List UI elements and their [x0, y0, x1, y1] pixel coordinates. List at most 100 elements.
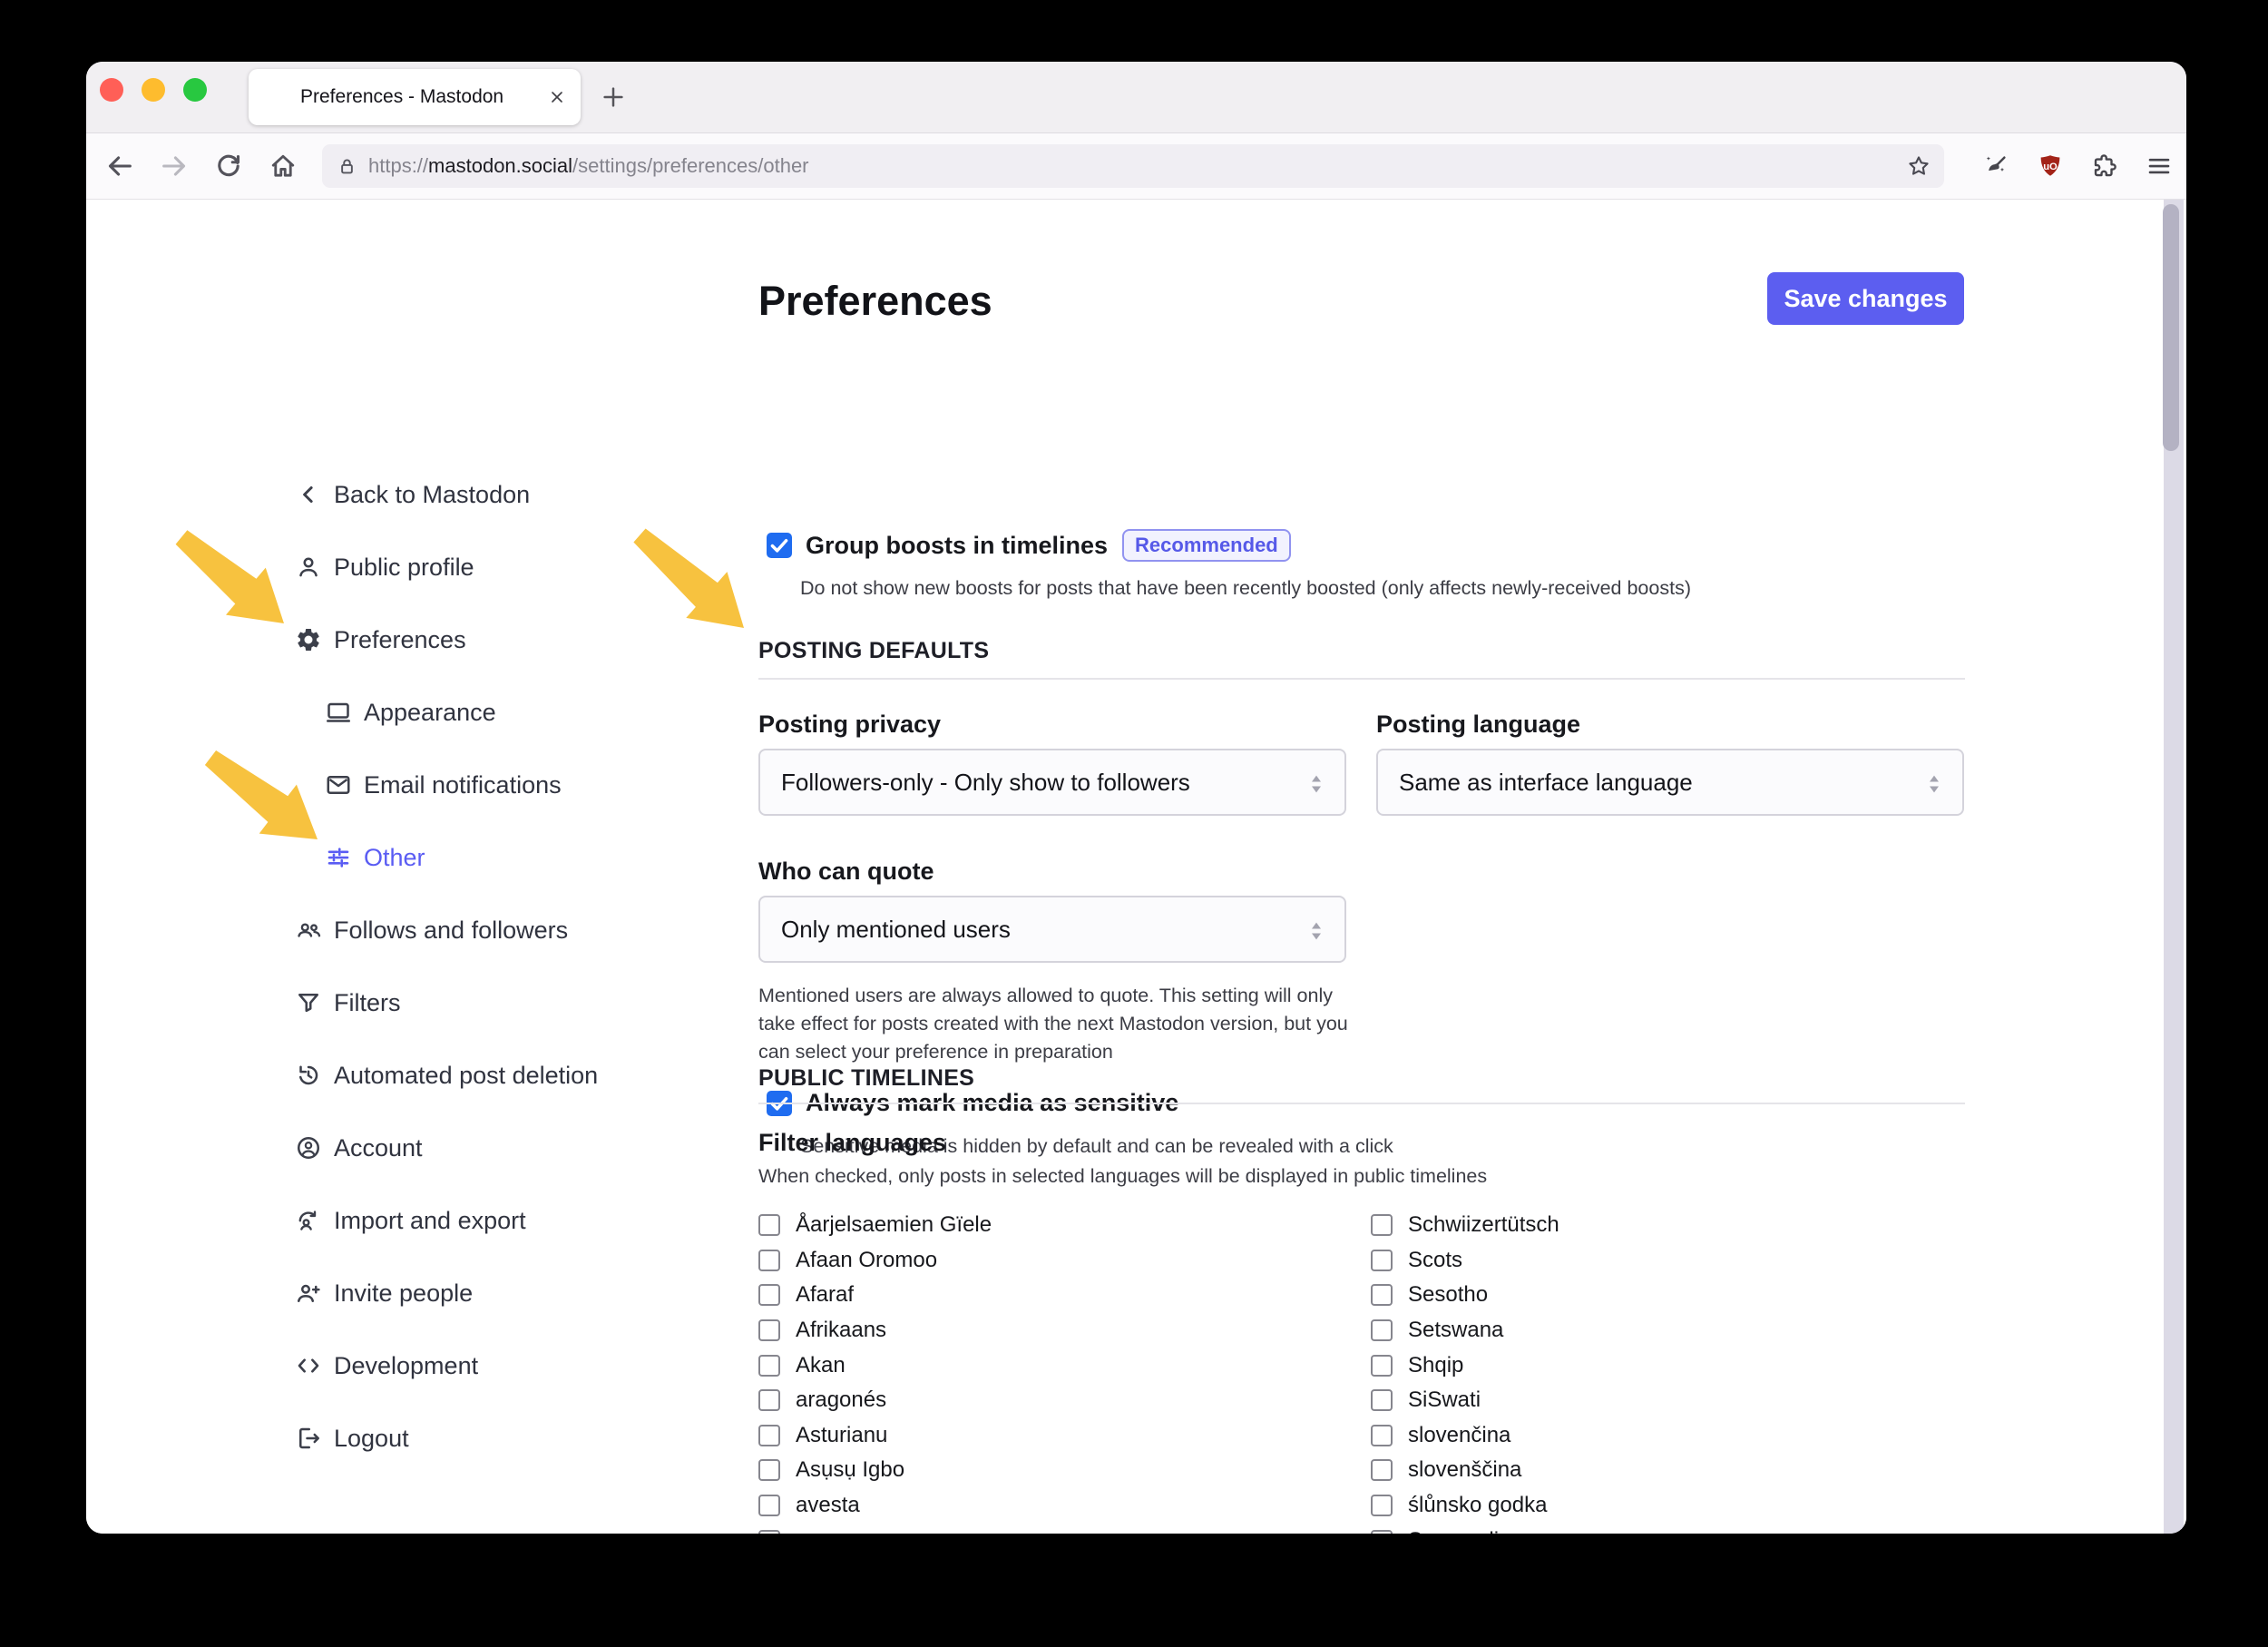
sidebar-item-label: Automated post deletion	[334, 1062, 598, 1090]
ublock-shield-icon[interactable]	[2037, 152, 2064, 180]
language-checkbox[interactable]	[1371, 1319, 1393, 1341]
language-row: Afaraf	[758, 1278, 1321, 1313]
language-label: Afaan Oromoo	[796, 1248, 937, 1273]
language-label: slovenščina	[1408, 1457, 1521, 1483]
language-checkbox[interactable]	[1371, 1214, 1393, 1236]
language-checkbox[interactable]	[1371, 1459, 1393, 1481]
sidebar-item-icon	[295, 481, 322, 508]
language-checkbox[interactable]	[758, 1495, 780, 1516]
language-checkbox[interactable]	[758, 1319, 780, 1341]
language-checkbox[interactable]	[1371, 1425, 1393, 1446]
sidebar-item-icon	[325, 844, 352, 871]
sidebar-item-filters[interactable]: Filters	[295, 966, 685, 1039]
language-checkbox[interactable]	[758, 1459, 780, 1481]
posting-language-value: Same as interface language	[1399, 769, 1693, 797]
language-row: ślůnsko godka	[1371, 1488, 1933, 1524]
bookmark-star-icon[interactable]	[1906, 153, 1931, 179]
language-label: slovenčina	[1408, 1423, 1510, 1448]
scrollbar-thumb[interactable]	[2163, 204, 2179, 451]
language-checkbox[interactable]	[1371, 1284, 1393, 1306]
cleaner-broom-icon[interactable]	[1982, 152, 2009, 180]
filter-languages-hint: When checked, only posts in selected lan…	[758, 1162, 1487, 1191]
sidebar-item-account[interactable]: Account	[295, 1112, 685, 1184]
posting-privacy-select[interactable]: Followers-only - Only show to followers	[758, 749, 1346, 816]
sidebar-item-label: Preferences	[334, 626, 466, 654]
sidebar-item-icon	[295, 917, 322, 944]
sidebar-item-development[interactable]: Development	[295, 1329, 685, 1402]
language-label: Akan	[796, 1353, 846, 1378]
sidebar-item-icon	[295, 1062, 322, 1089]
sidebar-item-icon	[325, 699, 352, 726]
language-checkbox[interactable]	[758, 1214, 780, 1236]
sidebar-item-appearance[interactable]: Appearance	[295, 676, 685, 749]
sidebar-item-public-profile[interactable]: Public profile	[295, 531, 685, 603]
sidebar-item-label: Public profile	[334, 554, 474, 582]
save-changes-button[interactable]: Save changes	[1767, 272, 1964, 325]
language-label: Scots	[1408, 1248, 1462, 1273]
browser-window: Preferences - Mastodon https://mastodon.…	[86, 62, 2186, 1534]
language-checkbox[interactable]	[758, 1355, 780, 1377]
language-label: avesta	[796, 1493, 860, 1518]
language-row: Åarjelsaemien Gïele	[758, 1208, 1321, 1243]
sidebar-item-other[interactable]: Other	[295, 821, 685, 894]
sidebar-item-invite-people[interactable]: Invite people	[295, 1257, 685, 1329]
language-row: aymar aru	[758, 1523, 1321, 1534]
sidebar-item-logout[interactable]: Logout	[295, 1402, 685, 1475]
language-checkbox[interactable]	[758, 1250, 780, 1271]
language-label: Åarjelsaemien Gïele	[796, 1212, 992, 1238]
language-checkbox[interactable]	[758, 1425, 780, 1446]
menu-hamburger-icon[interactable]	[2146, 152, 2173, 180]
posting-language-select[interactable]: Same as interface language	[1376, 749, 1964, 816]
language-row: Akan	[758, 1348, 1321, 1383]
group-boosts-hint: Do not show new boosts for posts that ha…	[800, 574, 1691, 603]
sidebar-item-icon	[295, 1352, 322, 1379]
minimize-window-button[interactable]	[142, 78, 165, 102]
sidebar-item-icon	[295, 554, 322, 581]
forward-arrow-icon[interactable]	[159, 151, 190, 181]
reload-icon[interactable]	[213, 151, 244, 181]
sidebar-item-label: Account	[334, 1134, 423, 1162]
language-row: SiSwati	[1371, 1383, 1933, 1418]
tab-close-icon[interactable]	[548, 88, 566, 106]
who-can-quote-select[interactable]: Only mentioned users	[758, 896, 1346, 963]
language-checkbox[interactable]	[758, 1389, 780, 1411]
sidebar-item-icon	[295, 1207, 322, 1234]
language-checkbox[interactable]	[1371, 1250, 1393, 1271]
scrollbar-track[interactable]	[2164, 200, 2184, 1534]
language-checkbox[interactable]	[1371, 1530, 1393, 1534]
sidebar-item-icon	[295, 1279, 322, 1307]
sidebar-item-back-to-mastodon[interactable]: Back to Mastodon	[295, 458, 685, 531]
back-arrow-icon[interactable]	[104, 151, 135, 181]
sidebar-item-icon	[295, 626, 322, 653]
language-label: Asturianu	[796, 1423, 887, 1448]
close-window-button[interactable]	[100, 78, 123, 102]
new-tab-button[interactable]	[600, 83, 627, 111]
public-timelines-heading: PUBLIC TIMELINES	[758, 1065, 974, 1092]
tab-preferences[interactable]: Preferences - Mastodon	[249, 69, 581, 125]
sidebar-item-automated-post-deletion[interactable]: Automated post deletion	[295, 1039, 685, 1112]
sidebar-item-follows-and-followers[interactable]: Follows and followers	[295, 894, 685, 966]
filter-languages-label: Filter languages	[758, 1129, 946, 1157]
language-label: Sesotho	[1408, 1282, 1488, 1308]
sidebar-item-preferences[interactable]: Preferences	[295, 603, 685, 676]
zoom-window-button[interactable]	[183, 78, 207, 102]
home-icon[interactable]	[268, 151, 298, 181]
language-checkbox[interactable]	[1371, 1389, 1393, 1411]
sidebar-item-email-notifications[interactable]: Email notifications	[295, 749, 685, 821]
puzzle-extensions-icon[interactable]	[2091, 152, 2118, 180]
url-bar[interactable]: https://mastodon.social/settings/prefere…	[322, 144, 1944, 188]
sidebar-item-label: Import and export	[334, 1207, 526, 1235]
language-label: aymar aru	[796, 1528, 894, 1534]
sidebar-item-label: Appearance	[364, 699, 496, 727]
language-checkbox[interactable]	[758, 1284, 780, 1306]
tab-title: Preferences - Mastodon	[300, 86, 548, 108]
posting-language-label: Posting language	[1376, 711, 1580, 739]
language-row: Sesotho	[1371, 1278, 1933, 1313]
section-divider	[758, 678, 1965, 680]
sidebar-item-import-and-export[interactable]: Import and export	[295, 1184, 685, 1257]
language-checkbox[interactable]	[758, 1530, 780, 1534]
language-checkbox[interactable]	[1371, 1495, 1393, 1516]
url-text: https://mastodon.social/settings/prefere…	[368, 154, 809, 178]
language-checkbox[interactable]	[1371, 1355, 1393, 1377]
group-boosts-checkbox[interactable]	[767, 533, 792, 558]
